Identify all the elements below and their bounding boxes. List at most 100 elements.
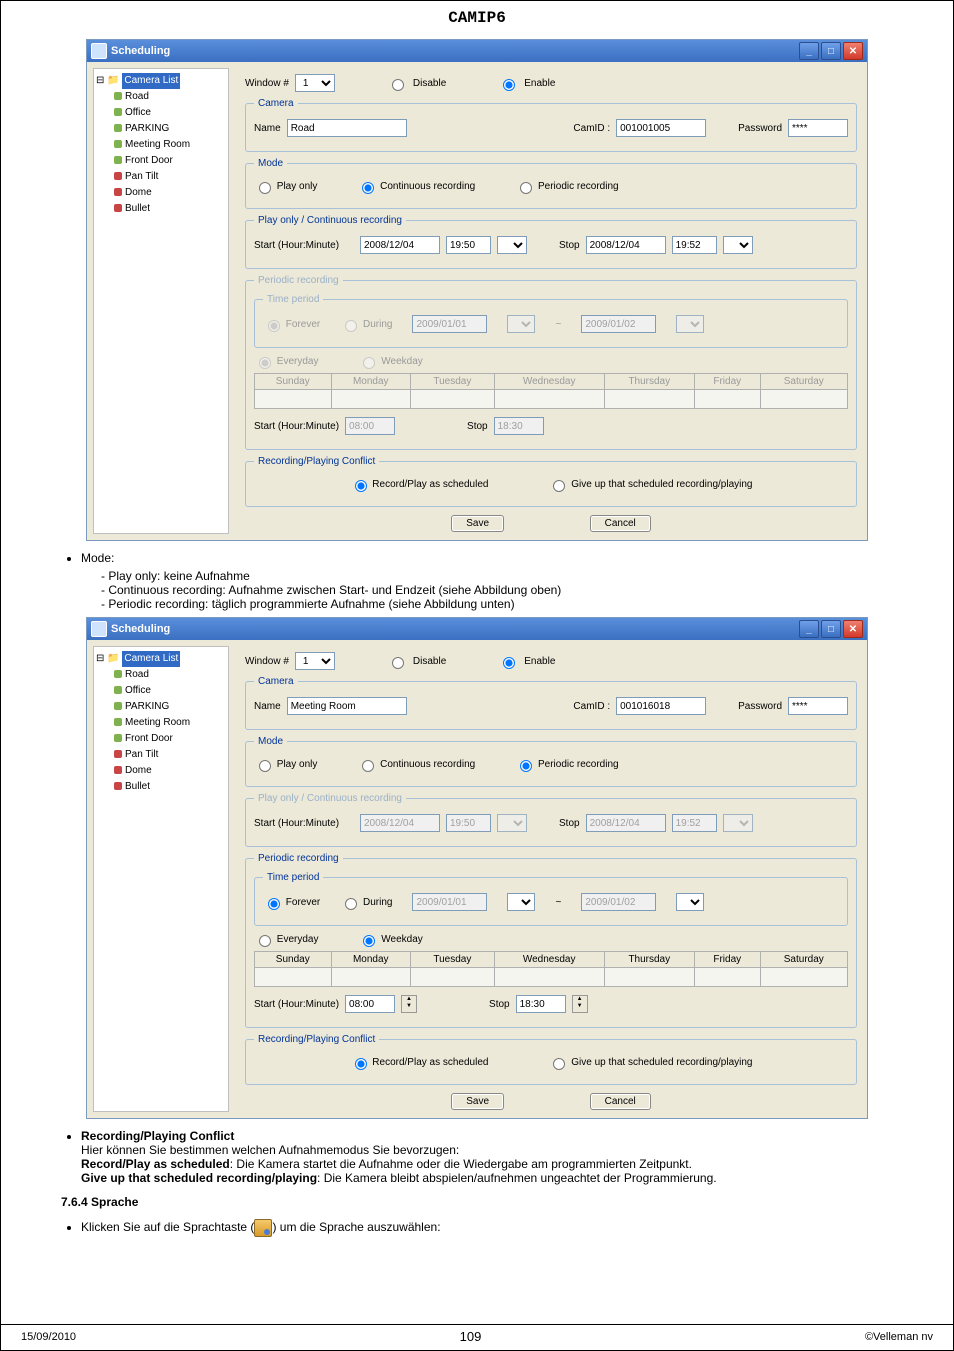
conflict-giveup-radio[interactable] <box>553 1058 565 1070</box>
mode-fieldset: Mode Play only Continuous recording Peri… <box>245 736 857 787</box>
disable-radio[interactable] <box>392 79 404 91</box>
day-header[interactable]: Saturday <box>760 952 847 968</box>
maximize-icon[interactable]: □ <box>821 42 841 60</box>
day-header: Thursday <box>604 374 694 390</box>
playcont-fieldset: Play only / Continuous recording Start (… <box>245 793 857 847</box>
stop-label: Stop <box>559 818 580 829</box>
forever-radio[interactable] <box>268 898 280 910</box>
timeperiod-legend: Time period <box>263 294 323 305</box>
during-to-select <box>676 315 704 333</box>
mode-item: Periodic recording: täglich programmiert… <box>101 597 913 611</box>
conflict-scheduled-radio[interactable] <box>355 480 367 492</box>
play-only-radio[interactable] <box>259 182 271 194</box>
close-icon[interactable]: ✕ <box>843 42 863 60</box>
conflict-giveup-radio[interactable] <box>553 480 565 492</box>
days-table[interactable]: Sunday Monday Tuesday Wednesday Thursday… <box>254 951 848 987</box>
start-time-select[interactable] <box>497 236 527 254</box>
tree-item[interactable]: Front Door <box>125 155 173 166</box>
camid-field[interactable] <box>616 697 706 715</box>
start-hm-field[interactable] <box>345 995 395 1013</box>
tree-item[interactable]: Front Door <box>125 733 173 744</box>
tree-item[interactable]: Dome <box>125 765 152 776</box>
start-date-field <box>360 814 440 832</box>
name-field[interactable] <box>287 119 407 137</box>
during-from-select <box>507 893 535 911</box>
mode-item: Continuous recording: Aufnahme zwischen … <box>101 583 913 597</box>
everyday-radio[interactable] <box>259 935 271 947</box>
disable-radio[interactable] <box>392 657 404 669</box>
window-number-select[interactable]: 1 <box>295 652 335 670</box>
periodic-legend: Periodic recording <box>254 275 343 286</box>
password-field[interactable] <box>788 119 848 137</box>
tree-item[interactable]: Pan Tilt <box>125 749 158 760</box>
minimize-icon[interactable]: _ <box>799 42 819 60</box>
minimize-icon[interactable]: _ <box>799 620 819 638</box>
tree-item[interactable]: PARKING <box>125 701 169 712</box>
stop-hm-label: Stop <box>489 999 510 1010</box>
tree-item[interactable]: Dome <box>125 187 152 198</box>
save-button[interactable]: Save <box>451 515 504 532</box>
tree-item[interactable]: Pan Tilt <box>125 171 158 182</box>
everyday-label: Everyday <box>277 934 319 945</box>
day-header[interactable]: Monday <box>331 952 410 968</box>
stop-time-select[interactable] <box>723 236 753 254</box>
start-hm-label: Start (Hour:Minute) <box>254 999 339 1010</box>
window-number-label: Window # <box>245 656 289 667</box>
stop-time-field <box>672 814 717 832</box>
spinner-icon[interactable]: ▲▼ <box>572 995 588 1013</box>
start-hm-field <box>345 417 395 435</box>
weekday-radio[interactable] <box>363 935 375 947</box>
tree-item[interactable]: Office <box>125 685 151 696</box>
tree-item[interactable]: Bullet <box>125 781 150 792</box>
day-header[interactable]: Thursday <box>604 952 694 968</box>
camid-label: CamID : <box>573 123 610 134</box>
during-radio[interactable] <box>345 898 357 910</box>
conflict-opt1-text: : Die Kamera startet die Aufnahme oder d… <box>230 1157 692 1171</box>
spinner-icon[interactable]: ▲▼ <box>401 995 417 1013</box>
name-field[interactable] <box>287 697 407 715</box>
stop-time-field[interactable] <box>672 236 717 254</box>
start-time-field[interactable] <box>446 236 491 254</box>
start-time-select <box>497 814 527 832</box>
enable-radio[interactable] <box>503 79 515 91</box>
continuous-radio[interactable] <box>362 760 374 772</box>
tree-root[interactable]: Camera List <box>122 651 180 667</box>
day-header[interactable]: Friday <box>694 952 760 968</box>
day-header[interactable]: Wednesday <box>494 952 604 968</box>
maximize-icon[interactable]: □ <box>821 620 841 638</box>
stop-hm-field[interactable] <box>516 995 566 1013</box>
tree-item[interactable]: Road <box>125 669 149 680</box>
cancel-button[interactable]: Cancel <box>590 515 651 532</box>
tree-root[interactable]: Camera List <box>122 73 180 89</box>
scheduling-window-2: Scheduling _ □ ✕ ⊟ 📁 Camera List Road Of… <box>86 617 868 1119</box>
camera-tree[interactable]: ⊟ 📁 Camera List Road Office PARKING Meet… <box>93 646 229 1112</box>
tree-item[interactable]: Meeting Room <box>125 717 190 728</box>
day-header: Wednesday <box>494 374 604 390</box>
start-date-field[interactable] <box>360 236 440 254</box>
timeperiod-fieldset: Time period Forever During ~ <box>254 872 848 926</box>
day-header[interactable]: Sunday <box>255 952 332 968</box>
stop-date-field[interactable] <box>586 236 666 254</box>
enable-radio[interactable] <box>503 657 515 669</box>
during-to-select <box>676 893 704 911</box>
periodic-radio[interactable] <box>520 182 532 194</box>
window-number-select[interactable]: 1 <box>295 74 335 92</box>
cancel-button[interactable]: Cancel <box>590 1093 651 1110</box>
window-icon <box>91 621 107 637</box>
close-icon[interactable]: ✕ <box>843 620 863 638</box>
tree-item[interactable]: PARKING <box>125 123 169 134</box>
password-field[interactable] <box>788 697 848 715</box>
camera-tree[interactable]: ⊟ 📁 Camera List Road Office PARKING Meet… <box>93 68 229 534</box>
camid-field[interactable] <box>616 119 706 137</box>
play-only-radio[interactable] <box>259 760 271 772</box>
periodic-radio[interactable] <box>520 760 532 772</box>
tree-item[interactable]: Road <box>125 91 149 102</box>
tree-item[interactable]: Office <box>125 107 151 118</box>
save-button[interactable]: Save <box>451 1093 504 1110</box>
day-header[interactable]: Tuesday <box>410 952 494 968</box>
tree-item[interactable]: Bullet <box>125 203 150 214</box>
tree-item[interactable]: Meeting Room <box>125 139 190 150</box>
conflict-scheduled-radio[interactable] <box>355 1058 367 1070</box>
conflict-opt2-bold: Give up that scheduled recording/playing <box>81 1171 317 1185</box>
continuous-radio[interactable] <box>362 182 374 194</box>
